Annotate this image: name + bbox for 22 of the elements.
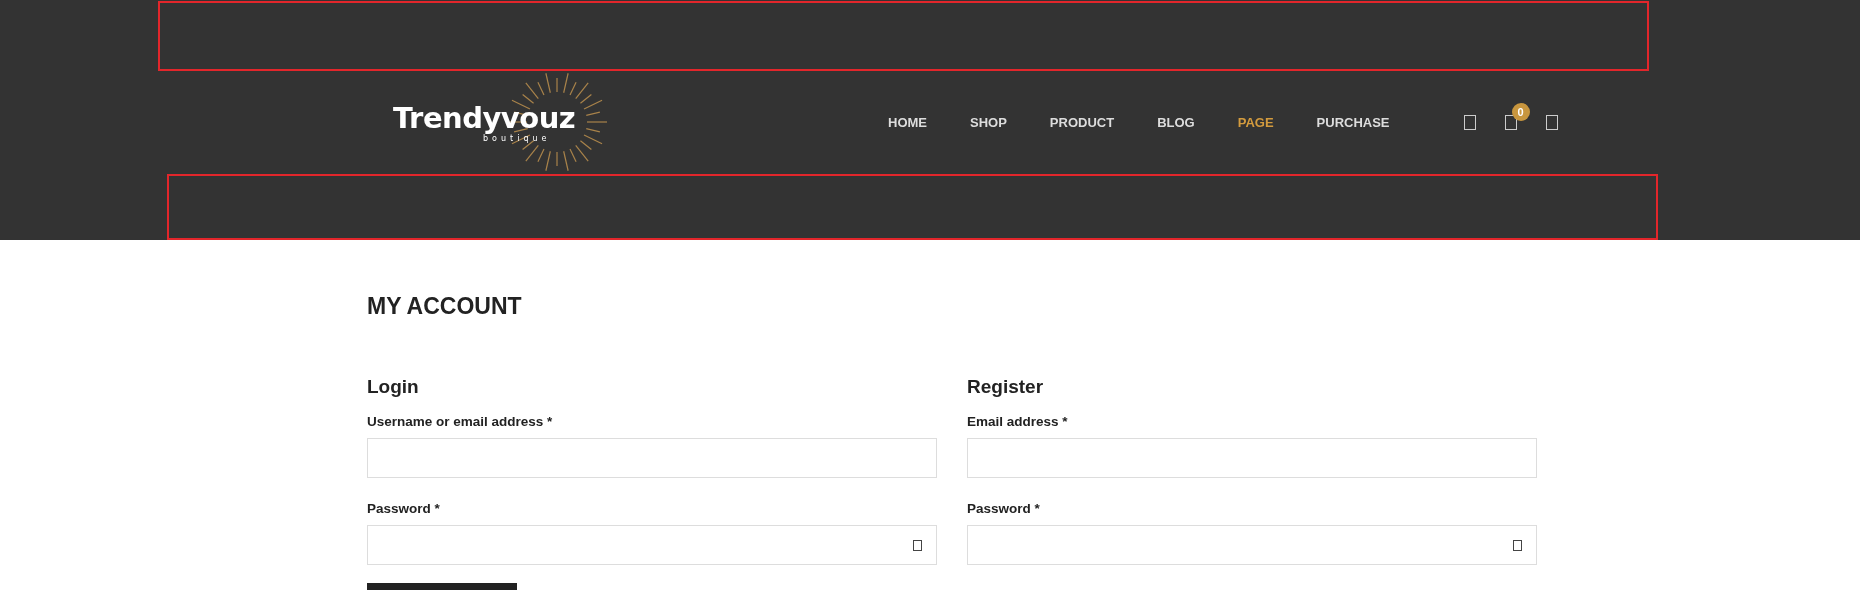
cart-count-badge: 0 <box>1511 103 1530 121</box>
page-title: MY ACCOUNT <box>367 293 523 320</box>
input-field[interactable] <box>967 438 1537 478</box>
box-icon[interactable] <box>913 539 922 551</box>
logo-tagline: boutique <box>483 133 551 144</box>
nav-link[interactable]: SHOP <box>970 115 1007 130</box>
field-label: Password * <box>367 501 441 516</box>
field-label: Password * <box>967 501 1041 516</box>
nav-link[interactable]: PRODUCT <box>1049 115 1115 130</box>
nav-link[interactable]: HOME <box>888 115 927 130</box>
field-label: Username or email address * <box>367 414 554 429</box>
logo-text[interactable]: Trendyvouz <box>393 101 576 134</box>
nav-link[interactable]: PAGE <box>1237 115 1274 130</box>
password-field[interactable] <box>367 525 937 565</box>
form-heading: Register <box>967 376 1045 398</box>
nav-link[interactable]: PURCHASE <box>1316 115 1390 130</box>
field-label: Email address * <box>967 414 1069 429</box>
form-heading: Login <box>367 376 420 398</box>
password-field[interactable] <box>967 525 1537 565</box>
nav-link[interactable]: BLOG <box>1157 115 1195 130</box>
input-field[interactable] <box>367 438 937 478</box>
box-icon[interactable] <box>1513 539 1522 551</box>
